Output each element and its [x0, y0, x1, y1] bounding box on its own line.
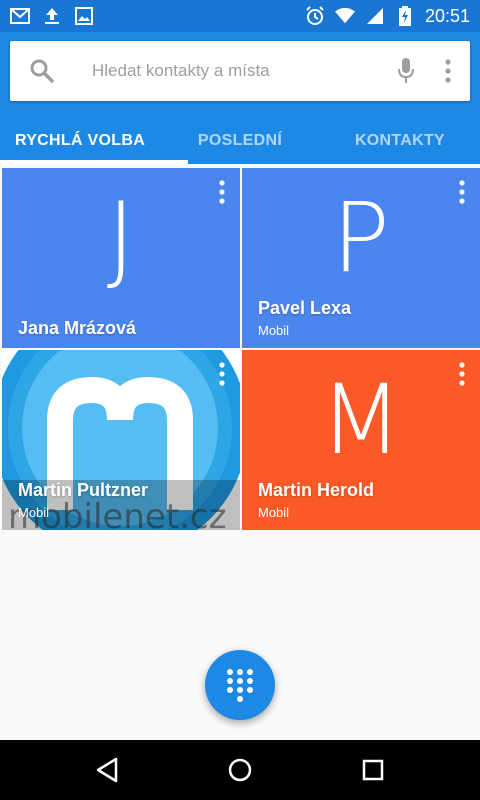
- active-tab-indicator: [0, 160, 188, 164]
- signal-icon: [365, 6, 385, 26]
- contact-tile-martin-herold[interactable]: M Martin Herold Mobil: [242, 350, 480, 530]
- app-header: RYCHLÁ VOLBA POSLEDNÍ KONTAKTY: [0, 32, 480, 164]
- tab-recent[interactable]: POSLEDNÍ: [160, 118, 320, 164]
- tab-speed-dial[interactable]: RYCHLÁ VOLBA: [0, 118, 160, 164]
- speed-dial-grid: J Jana Mrázová P Pavel Lexa Mobil mobile…: [0, 166, 480, 530]
- battery-charging-icon: [395, 6, 415, 26]
- upload-icon: [42, 6, 62, 26]
- status-bar: 20:51: [0, 0, 480, 32]
- contact-phone-type: Mobil: [258, 505, 290, 520]
- overflow-menu-icon[interactable]: [426, 59, 470, 83]
- recents-icon: [363, 759, 384, 781]
- contact-initial: M: [319, 364, 403, 476]
- tab-bar: RYCHLÁ VOLBA POSLEDNÍ KONTAKTY: [0, 118, 480, 164]
- mic-icon[interactable]: [386, 57, 426, 85]
- contact-menu-icon[interactable]: [454, 178, 470, 206]
- contact-name: Pavel Lexa: [258, 298, 352, 318]
- contact-tile-jana-mrazova[interactable]: J Jana Mrázová: [2, 168, 240, 348]
- back-button[interactable]: [77, 740, 137, 800]
- contact-tile-pavel-lexa[interactable]: P Pavel Lexa Mobil: [242, 168, 480, 348]
- navigation-bar: [0, 740, 480, 800]
- dialpad-icon: [227, 669, 253, 702]
- search-icon[interactable]: [10, 58, 74, 84]
- contact-name: Jana Mrázová: [18, 318, 137, 338]
- contact-tile-martin-pultzner[interactable]: mobilenet.cz Martin Pultzner Mobil: [2, 350, 240, 530]
- wifi-icon: [334, 6, 355, 26]
- tab-contacts[interactable]: KONTAKTY: [320, 118, 480, 164]
- home-icon: [228, 758, 252, 782]
- clock: 20:51: [424, 5, 470, 26]
- contact-initial: J: [106, 182, 136, 294]
- dialpad-button[interactable]: [205, 650, 275, 720]
- search-box[interactable]: [10, 41, 470, 101]
- contact-phone-type: Mobil: [258, 323, 290, 338]
- contact-menu-icon[interactable]: [214, 360, 230, 388]
- contact-name: Martin Pultzner: [18, 480, 149, 500]
- contact-phone-type: Mobil: [18, 505, 50, 520]
- back-icon: [96, 757, 117, 783]
- home-button[interactable]: [210, 740, 270, 800]
- alarm-icon: [305, 6, 325, 26]
- contact-photo: mobilenet.cz: [2, 350, 240, 530]
- recents-button[interactable]: [343, 740, 403, 800]
- gmail-icon: [10, 6, 30, 26]
- contact-initial: P: [332, 182, 390, 294]
- search-input[interactable]: [74, 61, 386, 81]
- contact-name: Martin Herold: [258, 480, 375, 500]
- contact-menu-icon[interactable]: [454, 360, 470, 388]
- image-icon: [74, 6, 94, 26]
- contact-menu-icon[interactable]: [214, 178, 230, 206]
